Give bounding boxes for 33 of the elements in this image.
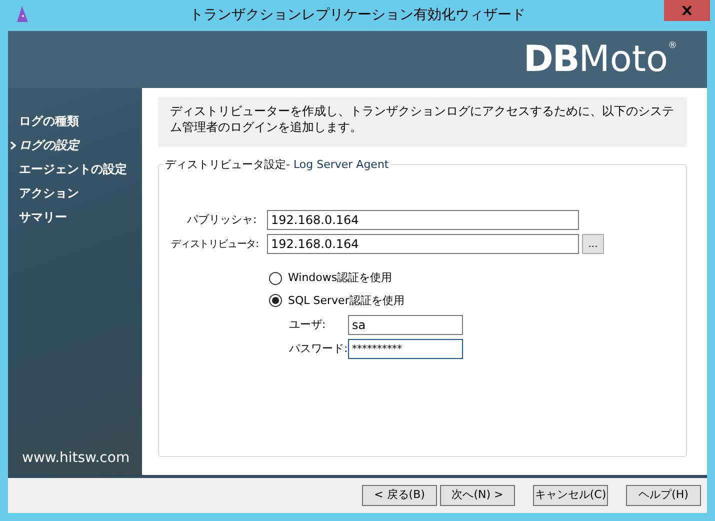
password-field[interactable]: ********** xyxy=(348,339,463,359)
radio-label[interactable]: Windows認証を使用 xyxy=(288,270,392,286)
input-field[interactable]: 192.168.0.164 xyxy=(267,234,579,254)
sidebar-item[interactable]: ログの種類 xyxy=(19,112,79,130)
wizard-button[interactable]: 次へ(N) > xyxy=(440,485,515,506)
group-title: ディストリビュータ設定 xyxy=(165,157,286,173)
sidebar-item[interactable]: ログの設定 xyxy=(19,136,79,154)
close-button[interactable] xyxy=(664,0,710,21)
logo-text: DB xyxy=(523,42,579,78)
field-label: パスワード: xyxy=(289,340,348,357)
sidebar-item[interactable]: サマリー xyxy=(19,208,67,226)
field-label: パブリッシャ: xyxy=(186,212,258,228)
wizard-button[interactable]: キャンセル(C) xyxy=(533,485,608,506)
radio-button[interactable] xyxy=(269,272,282,285)
sidebar-item[interactable]: アクション xyxy=(19,184,79,202)
wizard-button[interactable]: < 戻る(B) xyxy=(362,485,437,506)
radio-button[interactable] xyxy=(269,294,282,308)
wizard-button[interactable]: ヘルプ(H) xyxy=(626,485,701,506)
sidebar-item[interactable]: エージェントの設定 xyxy=(19,160,127,178)
field-label: ディストリビュータ: xyxy=(171,238,260,252)
registered-mark: ® xyxy=(668,42,677,50)
window-title: トランザクションレプリケーション有効化ウィザード xyxy=(188,6,526,25)
group-subtitle: - Log Server Agent xyxy=(286,157,389,173)
logo-text: Moto xyxy=(578,42,668,78)
radio-label[interactable]: SQL Server認証を使用 xyxy=(288,292,404,309)
close-icon xyxy=(682,6,692,15)
browse-button[interactable]: ... xyxy=(582,234,604,254)
input-field[interactable]: sa xyxy=(348,315,463,335)
input-field[interactable]: 192.168.0.164 xyxy=(267,210,579,230)
field-label: ユーザ: xyxy=(289,316,327,333)
website-link[interactable]: www.hitsw.com xyxy=(8,448,142,469)
wizard-hat-icon xyxy=(15,6,29,24)
info-text: ディストリビューターを作成し、トランザクションログにアクセスするために、以下のシステム管理者のログインを追加します。 xyxy=(158,97,687,147)
